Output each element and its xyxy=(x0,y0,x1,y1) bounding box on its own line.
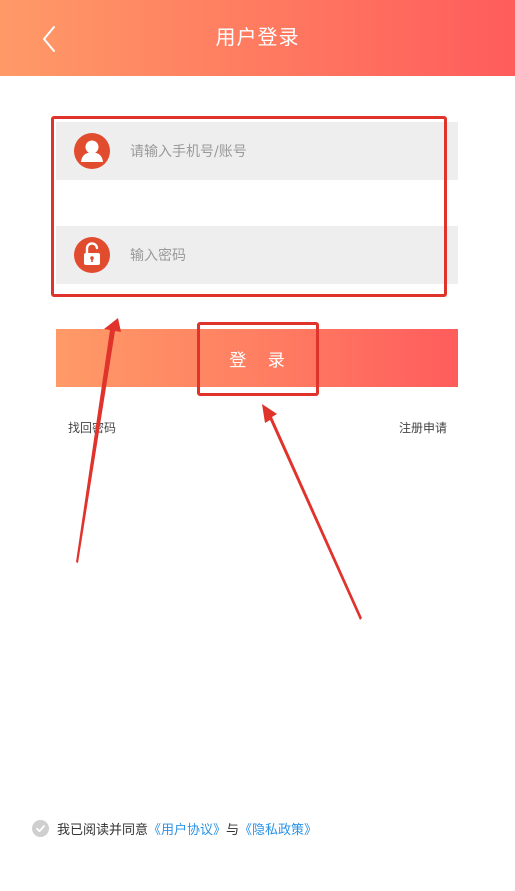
login-button-label: 登 录 xyxy=(229,350,293,371)
password-input[interactable] xyxy=(128,226,452,286)
page-title: 用户登录 xyxy=(215,25,300,49)
user-icon xyxy=(74,133,110,169)
password-field[interactable] xyxy=(56,226,458,286)
login-button[interactable]: 登 录 xyxy=(56,329,458,387)
agreement-text: 我已阅读并同意 xyxy=(57,822,149,838)
agreement-checkbox[interactable] xyxy=(32,819,49,837)
unlock-icon xyxy=(74,237,110,273)
agreement-conjunction: 与 xyxy=(226,822,240,838)
forgot-password-link[interactable]: 找回密码 xyxy=(68,419,116,436)
phone-input[interactable] xyxy=(128,122,452,182)
privacy-policy-link[interactable]: 《隐私政策》 xyxy=(239,819,317,838)
annotation-arrow-right xyxy=(262,404,362,620)
phone-field[interactable] xyxy=(56,122,458,182)
agreement-row: 我已阅读并同意 《用户协议》 与 《隐私政策》 xyxy=(32,817,317,839)
register-link[interactable]: 注册申请 xyxy=(399,419,447,436)
header-bar: 用户登录 xyxy=(0,0,515,76)
check-icon xyxy=(36,824,45,832)
user-agreement-link[interactable]: 《用户协议》 xyxy=(148,819,226,838)
